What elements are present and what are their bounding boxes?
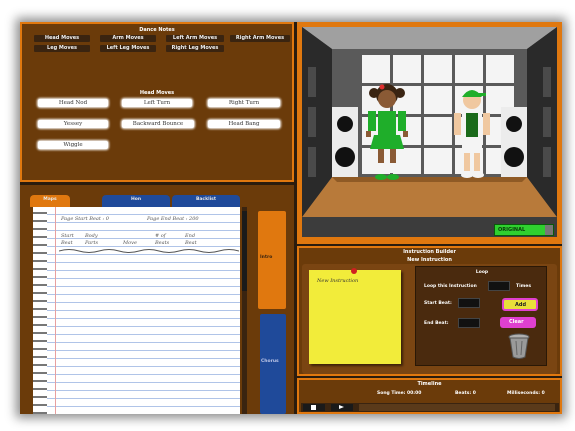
col-num-beats-line2: Beats [155, 240, 170, 246]
notebook-scroll-thumb[interactable] [242, 211, 247, 291]
col-start-beat-line1: Start [61, 233, 74, 239]
category-left-leg-moves[interactable]: Left Leg Moves [100, 45, 156, 52]
stop-icon [311, 405, 316, 410]
move-backward-bounce[interactable]: Backward Bounce [122, 120, 194, 128]
loop-label: Loop this Instruction [424, 284, 477, 289]
stage-panel: ORIGINAL [297, 22, 562, 244]
category-head-moves[interactable]: Head Moves [34, 35, 90, 42]
tab-backlist[interactable]: Backlist [172, 195, 240, 207]
tab-maps[interactable]: Maps [30, 195, 70, 207]
timeline-panel: Timeline Song Time: 00:00 Beats: 0 Milli… [297, 378, 562, 414]
dance-notes-title: Dance Notes [139, 27, 175, 33]
timeline-track[interactable] [301, 403, 559, 412]
pin-icon [351, 268, 357, 274]
loop-title: Loop [475, 270, 489, 275]
sticky-note[interactable]: New Instruction [309, 268, 401, 364]
side-tab-intro-label: Intro [260, 255, 273, 260]
col-body-parts-line1: Body [85, 233, 98, 239]
move-head-bang[interactable]: Head Bang [208, 120, 280, 128]
move-yessey[interactable]: Yessey [38, 120, 108, 128]
loop-panel: Loop Loop this Instruction Times Start B… [415, 266, 547, 366]
col-end-beat-line2: Beat [185, 240, 197, 246]
page-end-beat: Page End Beat : 200 [147, 216, 199, 222]
left-speaker [332, 107, 358, 177]
category-arm-moves[interactable]: Arm Moves [100, 35, 156, 42]
side-tab-chorus-label: Chorus [261, 359, 279, 364]
col-num-beats-line1: # of [155, 233, 166, 239]
end-beat-input[interactable] [458, 318, 480, 328]
side-tab-chorus[interactable]: Chorus [260, 314, 286, 414]
margin-line [55, 207, 56, 414]
loop-times-input[interactable] [488, 281, 510, 291]
tab-hon[interactable]: Hon [102, 195, 170, 207]
timeline-scrubber[interactable] [359, 404, 555, 411]
start-beat-input[interactable] [458, 298, 480, 308]
times-label: Times [516, 284, 532, 289]
milliseconds-count: Milliseconds: 0 [507, 391, 545, 396]
stage-view [302, 27, 557, 237]
camera-option-value: ORIGINAL [498, 227, 526, 233]
category-right-arm-moves[interactable]: Right Arm Moves [230, 35, 290, 42]
side-tab-intro[interactable]: Intro [258, 211, 286, 309]
col-start-beat-line2: Beat [61, 240, 73, 246]
song-time: Song Time: 00:00 [377, 391, 422, 396]
add-button-label: Add [515, 302, 527, 308]
category-right-leg-moves[interactable]: Right Leg Moves [166, 45, 224, 52]
camera-option-select[interactable]: ORIGINAL [494, 224, 554, 236]
category-leg-moves[interactable]: Leg Moves [34, 45, 90, 52]
timeline-title: Timeline [417, 381, 442, 387]
head-moves-title: Head Moves [139, 90, 175, 96]
clear-button-label: Clear [509, 319, 524, 325]
page-start-beat: Page Start Beat : 0 [61, 216, 109, 222]
app-window: Dance Notes Head Moves Arm Moves Left Ar… [20, 22, 562, 414]
notebook-scrollbar[interactable] [242, 207, 247, 414]
play-button[interactable] [331, 404, 353, 411]
dance-notes-panel: Dance Notes Head Moves Arm Moves Left Ar… [20, 22, 294, 182]
end-beat-label: End Beat: [424, 321, 449, 326]
move-left-turn[interactable]: Left Turn [122, 99, 192, 107]
sticky-note-text: New Instruction [317, 278, 359, 284]
stop-button[interactable] [303, 404, 325, 411]
new-instruction-title: New Instruction [407, 257, 452, 263]
move-head-nod[interactable]: Head Nod [38, 99, 108, 107]
notebook-page[interactable]: Page Start Beat : 0 Page End Beat : 200 … [33, 207, 240, 414]
beats-count: Beats: 0 [455, 391, 476, 396]
instruction-builder-title: Instruction Builder [403, 249, 456, 255]
col-end-beat-line1: End [185, 233, 196, 239]
play-icon [339, 405, 344, 409]
category-left-arm-moves[interactable]: Left Arm Moves [166, 35, 224, 42]
notebook-panel: Maps Hon Backlist Page Start Beat : 0 Pa… [20, 185, 294, 414]
spiral-binding [33, 207, 47, 414]
start-beat-label: Start Beat: [424, 301, 452, 306]
add-button[interactable]: Add [502, 298, 538, 311]
move-right-turn[interactable]: Right Turn [208, 99, 280, 107]
dropdown-arrow-icon [545, 225, 553, 235]
instruction-builder-panel: Instruction Builder New Instruction New … [297, 246, 562, 376]
header-underline [59, 249, 239, 253]
trash-icon[interactable] [508, 333, 530, 359]
right-speaker [501, 107, 527, 177]
clear-button[interactable]: Clear [500, 317, 536, 328]
move-wiggle[interactable]: Wiggle [38, 141, 108, 149]
col-move: Move [123, 240, 137, 246]
col-body-parts-line2: Parts [85, 240, 99, 246]
